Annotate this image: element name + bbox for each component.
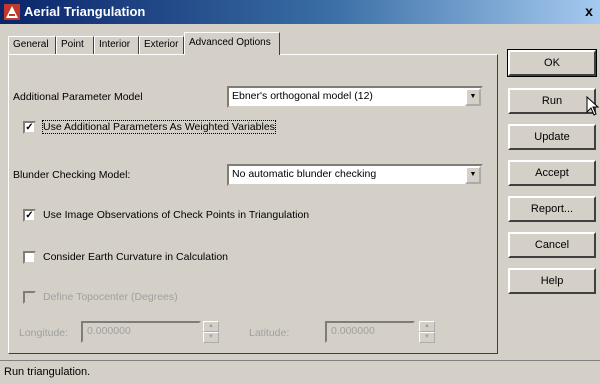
latitude-spinner[interactable]: ▲ ▼ [419,321,435,343]
status-bar: Run triangulation. [0,360,600,384]
checkmark-icon: ✓ [25,210,34,221]
additional-parameter-model-label: Additional Parameter Model [13,91,143,103]
checkmark-icon: ✓ [25,122,34,133]
help-button[interactable]: Help [508,268,596,294]
latitude-field[interactable]: 0.000000 [325,321,415,343]
tab-advanced-options[interactable]: Advanced Options [184,32,280,55]
spin-down-icon[interactable]: ▼ [203,332,219,343]
additional-parameter-model-value: Ebner's orthogonal model (12) [232,90,373,102]
dropdown-arrow-icon[interactable]: ▼ [465,88,481,106]
spin-up-icon[interactable]: ▲ [203,321,219,332]
blunder-checking-model-value: No automatic blunder checking [232,168,377,180]
mouse-pointer-icon [586,96,600,116]
window-title: Aerial Triangulation [24,4,146,19]
spin-down-icon[interactable]: ▼ [419,332,435,343]
longitude-field[interactable]: 0.000000 [81,321,201,343]
tab-exterior[interactable]: Exterior [139,36,184,54]
status-text: Run triangulation. [4,366,91,378]
report-button[interactable]: Report... [508,196,596,222]
blunder-checking-model-select[interactable]: No automatic blunder checking ▼ [227,164,483,186]
ok-button[interactable]: OK [507,49,597,77]
longitude-spinner[interactable]: ▲ ▼ [203,321,219,343]
additional-parameter-model-select[interactable]: Ebner's orthogonal model (12) ▼ [227,86,483,108]
weighted-variables-label[interactable]: Use Additional Parameters As Weighted Va… [42,120,276,134]
aerial-triangulation-app-icon [4,4,20,20]
close-button[interactable]: x [580,2,598,20]
tab-point[interactable]: Point [56,36,94,54]
tab-general[interactable]: General [8,36,56,54]
earth-curvature-checkbox[interactable] [23,251,36,264]
run-button[interactable]: Run [508,88,596,114]
blunder-checking-model-label: Blunder Checking Model: [13,169,131,181]
spin-up-icon[interactable]: ▲ [419,321,435,332]
cancel-button[interactable]: Cancel [508,232,596,258]
check-points-label[interactable]: Use Image Observations of Check Points i… [43,209,309,221]
dropdown-arrow-icon[interactable]: ▼ [465,166,481,184]
earth-curvature-label[interactable]: Consider Earth Curvature in Calculation [43,251,228,263]
tab-interior[interactable]: Interior [94,36,139,54]
accept-button[interactable]: Accept [508,160,596,186]
weighted-variables-checkbox[interactable]: ✓ [23,121,36,134]
title-bar: Aerial Triangulation x [0,0,600,24]
update-button[interactable]: Update [508,124,596,150]
latitude-label: Latitude: [249,327,290,339]
advanced-options-panel: Additional Parameter Model Ebner's ortho… [8,54,498,354]
check-points-checkbox[interactable]: ✓ [23,209,36,222]
longitude-label: Longitude: [19,327,69,339]
topocenter-label: Define Topocenter (Degrees) [43,291,178,303]
topocenter-checkbox[interactable] [23,291,36,304]
